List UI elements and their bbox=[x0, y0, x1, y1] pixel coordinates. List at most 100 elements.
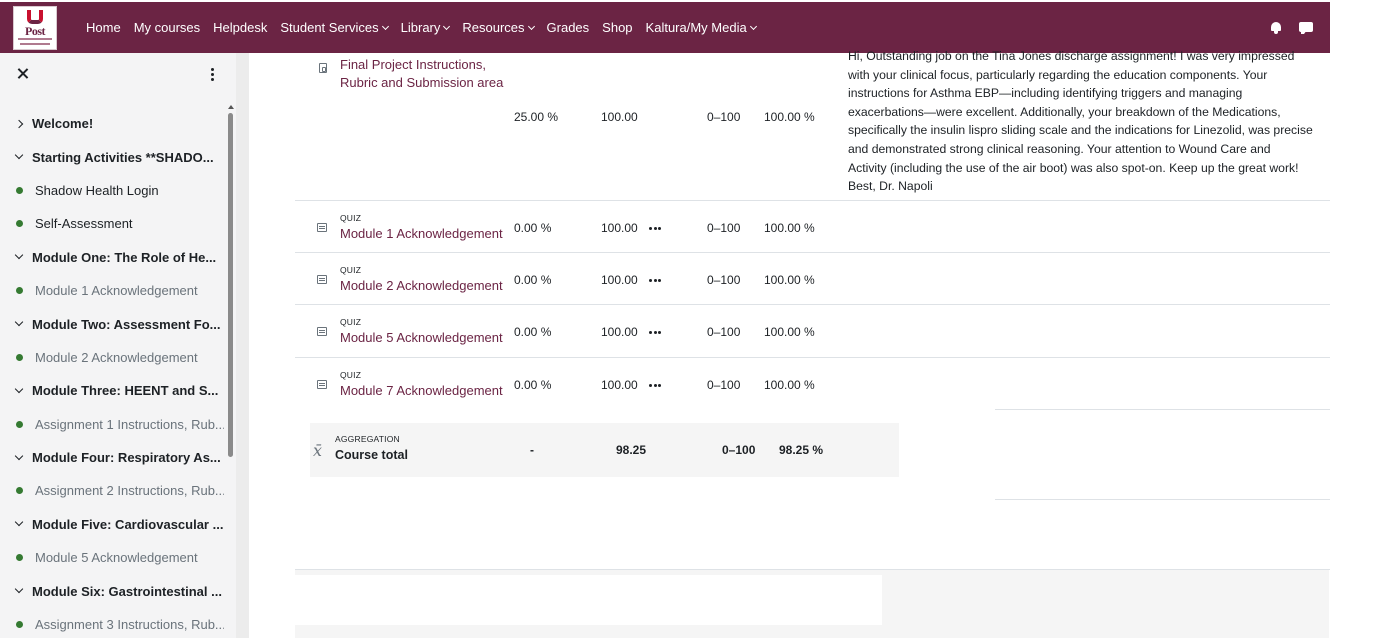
course-activity-item[interactable]: Assignment 2 Instructions, Rub... bbox=[0, 474, 224, 507]
range-cell: 0–100 bbox=[707, 221, 741, 235]
quiz-icon bbox=[317, 380, 327, 389]
weight-cell: 0.00 % bbox=[514, 221, 552, 235]
kebab-menu-icon[interactable] bbox=[211, 68, 215, 82]
feedback-line: Hi, Outstanding job on the Tina Jones di… bbox=[848, 49, 1295, 63]
more-actions-icon[interactable] bbox=[649, 331, 661, 334]
final-project-link-line2[interactable]: Rubric and Submission area bbox=[340, 75, 503, 90]
chevron-down-icon[interactable] bbox=[14, 251, 24, 260]
section-title: Module Six: Gastrointestinal ... bbox=[32, 583, 222, 599]
quiz-link[interactable]: Module 1 Acknowledgement bbox=[340, 226, 503, 241]
assignment-icon bbox=[319, 63, 327, 73]
nav-item-library[interactable]: Library bbox=[401, 20, 451, 35]
course-section-item[interactable]: Module Three: HEENT and S... bbox=[0, 374, 224, 407]
more-actions-icon[interactable] bbox=[649, 279, 661, 282]
completion-dot-icon bbox=[16, 220, 23, 228]
quiz-link[interactable]: Module 7 Acknowledgement bbox=[340, 383, 503, 398]
quiz-type-label: QUIZ bbox=[340, 213, 362, 223]
course-activity-item[interactable]: Shadow Health Login bbox=[0, 174, 224, 207]
nav-item-resources[interactable]: Resources bbox=[462, 20, 535, 35]
completion-dot-icon bbox=[16, 554, 23, 562]
percentage-cell: 100.00 % bbox=[764, 110, 815, 124]
course-activity-item[interactable]: Assignment 3 Instructions, Rub... bbox=[0, 608, 224, 638]
chevron-down-icon[interactable] bbox=[14, 150, 24, 160]
chevron-down-icon bbox=[381, 22, 389, 30]
course-index-list: Welcome! Starting Activities **SHADO... Sh… bbox=[0, 107, 224, 638]
nav-item-label: Kaltura/My Media bbox=[645, 20, 747, 35]
section-title: Module Two: Assessment Fo... bbox=[32, 316, 221, 332]
nav-item-home[interactable]: Home bbox=[86, 20, 121, 35]
grade-cell: 100.00 bbox=[601, 378, 638, 392]
completion-dot-icon bbox=[16, 420, 23, 428]
percentage-cell: 100.00 % bbox=[764, 325, 815, 339]
feedback-line: and demonstrated strong clinical reasoni… bbox=[848, 141, 1271, 156]
completion-dot-icon bbox=[16, 287, 23, 295]
course-section-item[interactable]: Module Four: Respiratory As... bbox=[0, 441, 224, 474]
aggregation-mean-icon: x̄ bbox=[313, 441, 323, 460]
final-project-link[interactable]: Final Project Instructions, bbox=[340, 57, 486, 72]
course-index-drawer: Welcome! Starting Activities **SHADO... Sh… bbox=[0, 53, 236, 638]
chat-icon[interactable] bbox=[1299, 21, 1313, 34]
course-activity-item[interactable]: Module 2 Acknowledgement bbox=[0, 341, 224, 374]
nav-item-kaltura-my-media[interactable]: Kaltura/My Media bbox=[645, 20, 757, 35]
nav-item-label: Helpdesk bbox=[213, 20, 268, 35]
quiz-link[interactable]: Module 2 Acknowledgement bbox=[340, 278, 503, 293]
course-activity-item[interactable]: Self-Assessment bbox=[0, 207, 224, 240]
nav-item-student-services[interactable]: Student Services bbox=[280, 20, 389, 35]
course-section-item[interactable]: Module Five: Cardiovascular ... bbox=[0, 508, 224, 541]
feedback-cell: Hi, Outstanding job on the Tina Jones di… bbox=[848, 47, 1324, 196]
quiz-link[interactable]: Module 5 Acknowledgement bbox=[340, 330, 503, 345]
weight-cell: 25.00 % bbox=[514, 110, 559, 124]
scroll-up-arrow-icon[interactable] bbox=[228, 105, 234, 109]
more-actions-icon[interactable] bbox=[649, 384, 661, 387]
top-navbar: Post Home My courses Helpdesk Student Servi… bbox=[0, 2, 1330, 53]
chevron-down-icon bbox=[527, 22, 535, 30]
chevron-down-icon[interactable] bbox=[14, 584, 24, 594]
section-title: Starting Activities **SHADO... bbox=[32, 149, 214, 165]
primary-navigation: Home My courses Helpdesk Student Services Li… bbox=[86, 2, 769, 53]
course-section-item[interactable]: Module Two: Assessment Fo... bbox=[0, 307, 224, 340]
nav-item-helpdesk[interactable]: Helpdesk bbox=[213, 20, 267, 35]
close-icon[interactable] bbox=[17, 68, 28, 79]
grade-cell: 100.00 bbox=[601, 325, 638, 339]
activity-title: Assignment 1 Instructions, Rub... bbox=[35, 416, 224, 432]
weight-cell: 0.00 % bbox=[514, 273, 552, 287]
course-total-percentage: 98.25 % bbox=[779, 443, 824, 457]
course-activity-item[interactable]: Module 1 Acknowledgement bbox=[0, 274, 224, 307]
chevron-down-icon[interactable] bbox=[14, 451, 24, 460]
feedback-line: specifically the insulin lispro sliding … bbox=[848, 123, 1313, 138]
nav-item-my-courses[interactable]: My courses bbox=[134, 20, 200, 35]
completion-dot-icon bbox=[16, 353, 23, 361]
activity-title: Shadow Health Login bbox=[35, 182, 159, 198]
section-title: Module One: The Role of He... bbox=[32, 249, 217, 265]
chevron-down-icon[interactable] bbox=[14, 518, 24, 527]
site-logo[interactable]: Post bbox=[13, 5, 57, 50]
bell-icon[interactable] bbox=[1270, 21, 1282, 34]
scrollbar-thumb[interactable] bbox=[228, 113, 233, 457]
nav-item-label: Home bbox=[86, 20, 121, 35]
more-actions-icon[interactable] bbox=[649, 227, 661, 230]
quiz-type-label: QUIZ bbox=[340, 265, 362, 275]
course-section-item[interactable]: Starting Activities **SHADO... bbox=[0, 140, 224, 173]
course-activity-item[interactable]: Assignment 1 Instructions, Rub... bbox=[0, 408, 224, 441]
course-section-item[interactable]: Welcome! bbox=[0, 107, 224, 140]
section-title: Module Four: Respiratory As... bbox=[32, 450, 221, 466]
chevron-down-icon[interactable] bbox=[14, 317, 24, 327]
section-title: Welcome! bbox=[32, 116, 94, 132]
nav-item-grades[interactable]: Grades bbox=[547, 20, 590, 35]
course-section-item[interactable]: Module Six: Gastrointestinal ... bbox=[0, 574, 224, 607]
course-total-range: 0–100 bbox=[722, 443, 756, 457]
nav-item-label: Resources bbox=[462, 20, 525, 35]
nav-item-shop[interactable]: Shop bbox=[602, 20, 632, 35]
drawer-scrollbar[interactable] bbox=[228, 105, 234, 635]
percentage-cell: 100.00 % bbox=[764, 378, 815, 392]
course-activity-item[interactable]: Module 5 Acknowledgement bbox=[0, 541, 224, 574]
range-cell: 0–100 bbox=[707, 273, 741, 287]
chevron-down-icon[interactable] bbox=[14, 384, 24, 394]
course-section-item[interactable]: Module One: The Role of He... bbox=[0, 241, 224, 274]
quiz-type-label: QUIZ bbox=[340, 370, 362, 380]
completion-dot-icon bbox=[16, 186, 23, 194]
completion-dot-icon bbox=[16, 621, 23, 629]
range-cell: 0–100 bbox=[707, 110, 741, 124]
chevron-right-icon[interactable] bbox=[14, 119, 24, 128]
activity-title: Assignment 3 Instructions, Rub... bbox=[35, 617, 224, 633]
